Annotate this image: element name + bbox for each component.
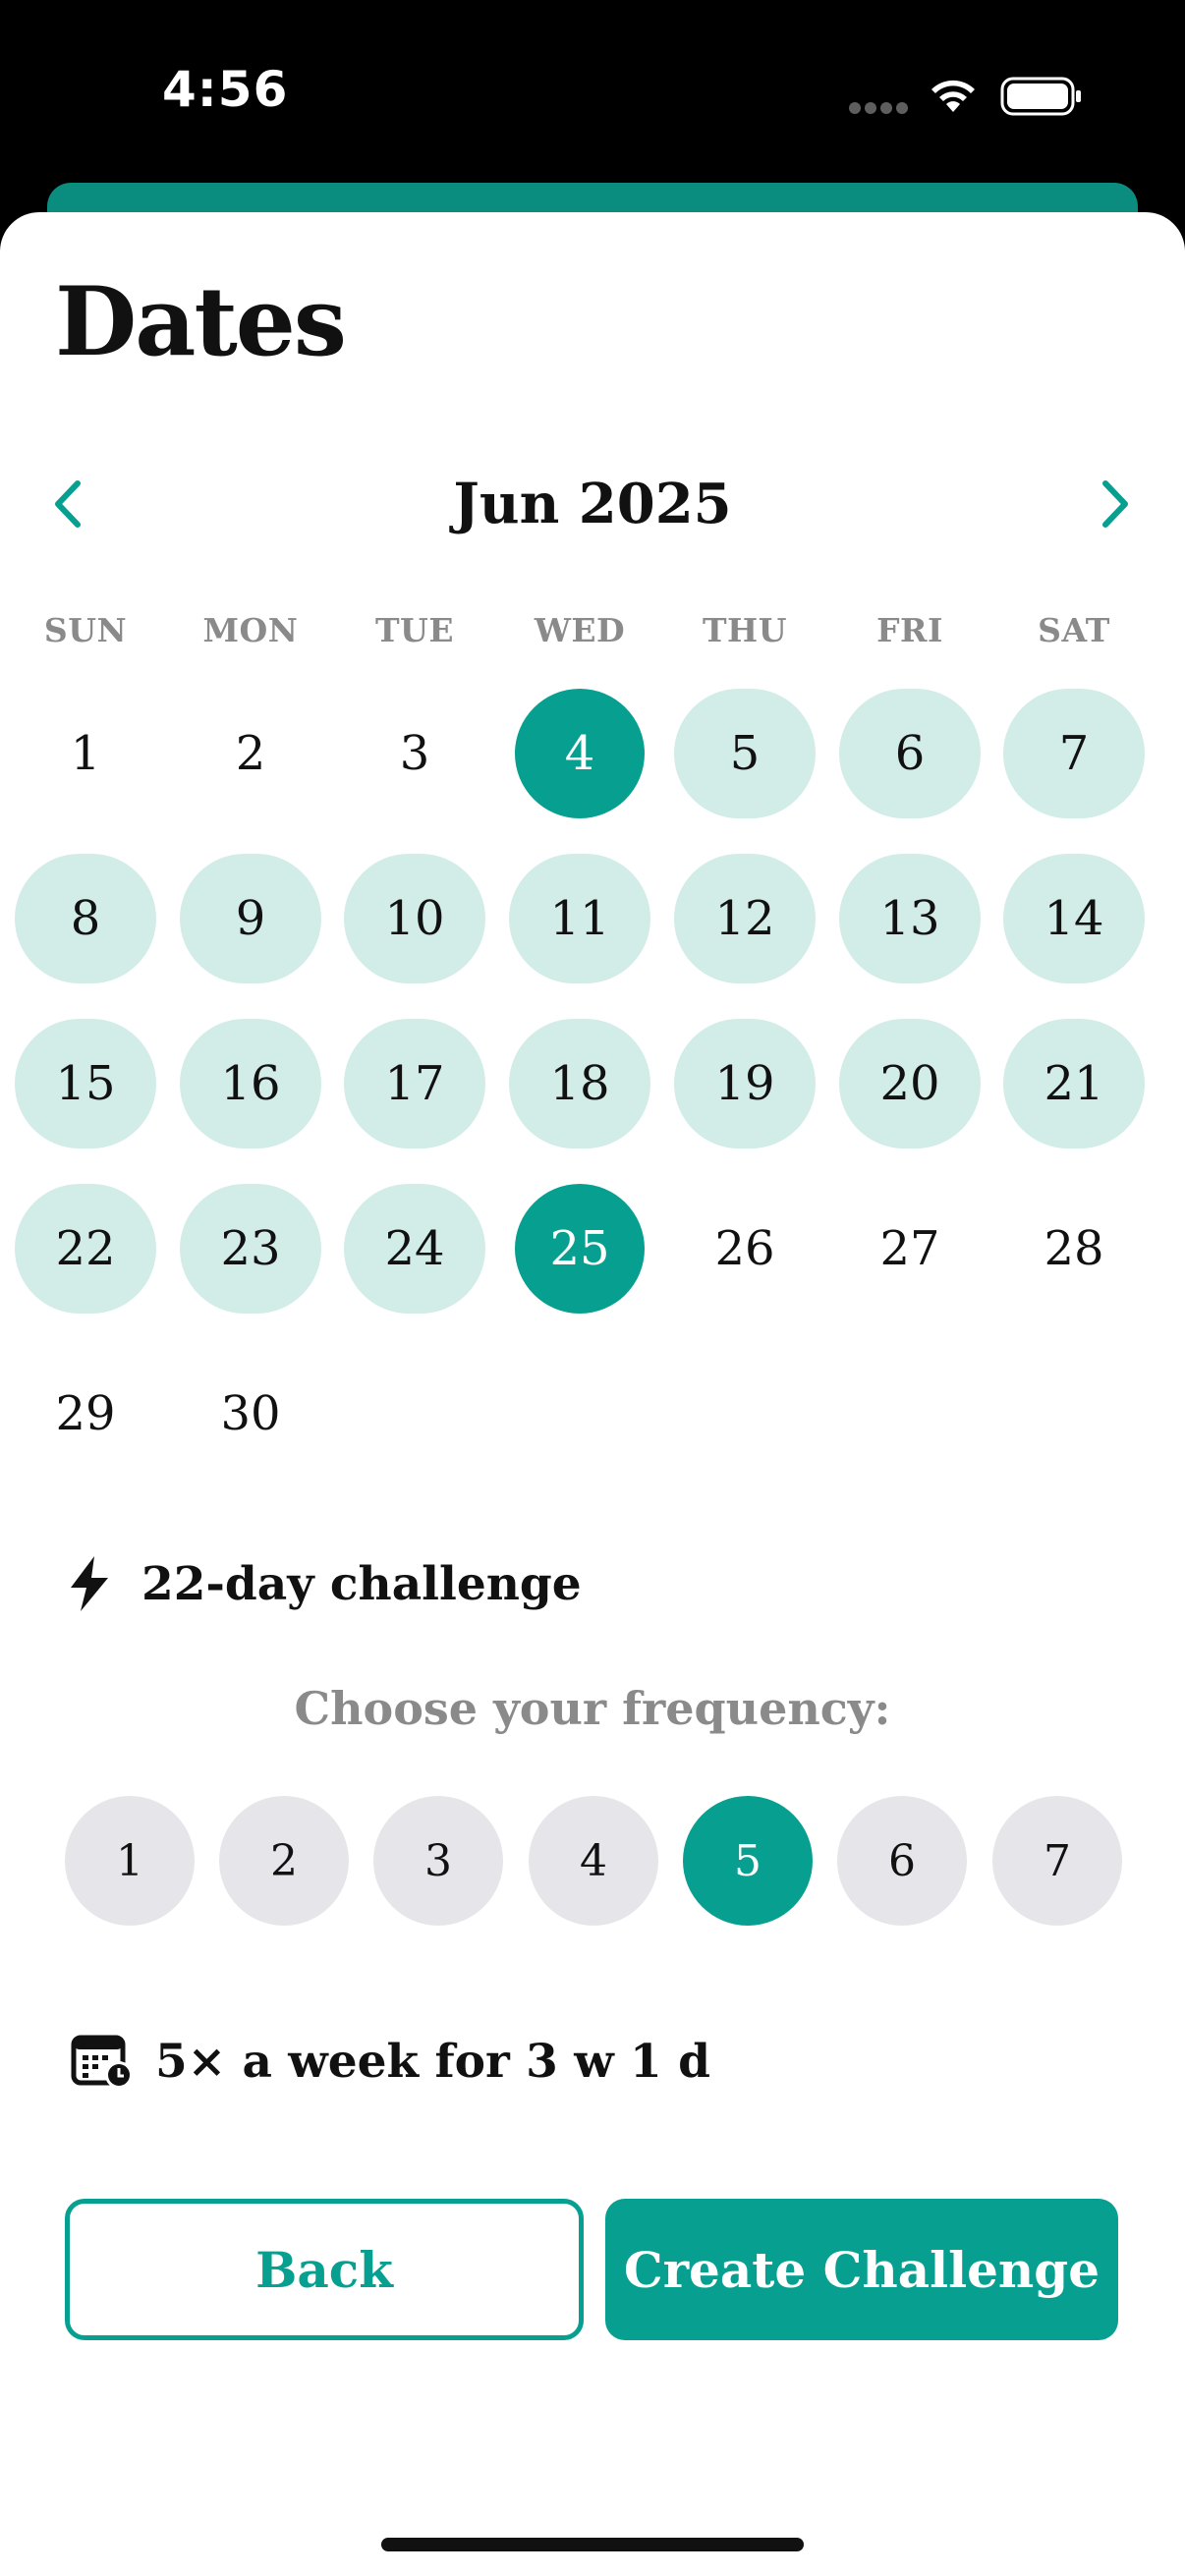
chevron-left-icon xyxy=(55,480,81,528)
weekday-label: TUE xyxy=(375,611,454,649)
day-label: 26 xyxy=(714,1221,775,1276)
chevron-right-icon xyxy=(1102,480,1128,528)
frequency-option[interactable]: 7 xyxy=(992,1796,1122,1926)
weekday-label: SAT xyxy=(1038,611,1110,649)
day-label: 17 xyxy=(344,1019,485,1148)
calendar-day-in-range[interactable]: 11 xyxy=(508,853,651,984)
day-label: 4 xyxy=(515,689,645,818)
day-label: 16 xyxy=(180,1019,321,1148)
calendar-day-range-end[interactable]: 25 xyxy=(508,1183,651,1315)
day-label: 24 xyxy=(344,1184,485,1314)
frequency-option-selected[interactable]: 5 xyxy=(683,1796,813,1926)
page-title: Dates xyxy=(55,266,347,377)
frequency-option[interactable]: 3 xyxy=(373,1796,503,1926)
day-label: 3 xyxy=(399,726,430,781)
day-label: 8 xyxy=(15,854,156,983)
cellular-dots-icon xyxy=(849,102,908,114)
calendar-day-in-range[interactable]: 17 xyxy=(343,1018,486,1149)
frequency-label: Choose your frequency: xyxy=(294,1682,891,1735)
day-label: 27 xyxy=(879,1221,940,1276)
calendar-day-in-range[interactable]: 21 xyxy=(1002,1018,1146,1149)
calendar-day[interactable]: 28 xyxy=(1002,1183,1146,1315)
calendar-day-in-range[interactable]: 16 xyxy=(179,1018,322,1149)
weekday-label: WED xyxy=(534,611,626,649)
weekday-label: THU xyxy=(702,611,787,649)
frequency-option[interactable]: 1 xyxy=(65,1796,195,1926)
day-label: 28 xyxy=(1044,1221,1104,1276)
calendar-day-in-range[interactable]: 20 xyxy=(838,1018,982,1149)
create-challenge-button[interactable]: Create Challenge xyxy=(605,2199,1118,2340)
day-label: 20 xyxy=(839,1019,981,1148)
calendar-day-in-range[interactable]: 18 xyxy=(508,1018,651,1149)
status-time: 4:56 xyxy=(162,61,289,118)
calendar-day-in-range[interactable]: 8 xyxy=(14,853,157,984)
calendar-day[interactable]: 30 xyxy=(179,1348,322,1480)
calendar-clock-icon xyxy=(71,2035,133,2089)
day-label: 2 xyxy=(235,726,266,781)
day-label: 18 xyxy=(509,1019,650,1148)
wifi-icon xyxy=(931,80,975,112)
battery-icon xyxy=(1000,77,1081,116)
weekday-label: SUN xyxy=(43,611,128,649)
day-label: 5 xyxy=(674,689,816,818)
day-label: 9 xyxy=(180,854,321,983)
day-label: 7 xyxy=(1003,689,1145,818)
weekday-label: FRI xyxy=(876,611,943,649)
calendar-day[interactable]: 2 xyxy=(179,688,322,819)
day-label: 6 xyxy=(839,689,981,818)
calendar-day[interactable]: 29 xyxy=(14,1348,157,1480)
month-label: Jun 2025 xyxy=(453,472,732,536)
lightning-bolt-icon xyxy=(71,1556,108,1611)
frequency-option[interactable]: 2 xyxy=(219,1796,349,1926)
calendar-day-in-range[interactable]: 23 xyxy=(179,1183,322,1315)
day-label: 23 xyxy=(180,1184,321,1314)
calendar-day-in-range[interactable]: 6 xyxy=(838,688,982,819)
calendar-day[interactable]: 3 xyxy=(343,688,486,819)
weekday-header: SUN MON TUE WED THU FRI SAT xyxy=(14,611,1173,656)
schedule-summary-text: 5× a week for 3 w 1 d xyxy=(155,2034,710,2089)
day-label: 10 xyxy=(344,854,485,983)
day-label: 15 xyxy=(15,1019,156,1148)
calendar-grid: 1 2 3 4 5 6 7 8 9 10 11 12 13 14 15 16 1… xyxy=(14,688,1173,1513)
calendar-day[interactable]: 1 xyxy=(14,688,157,819)
next-month-button[interactable] xyxy=(1087,470,1146,538)
calendar-day[interactable]: 26 xyxy=(673,1183,817,1315)
day-label: 14 xyxy=(1003,854,1145,983)
day-label: 22 xyxy=(15,1184,156,1314)
calendar-day-in-range[interactable]: 5 xyxy=(673,688,817,819)
calendar-day-in-range[interactable]: 13 xyxy=(838,853,982,984)
calendar-day-in-range[interactable]: 24 xyxy=(343,1183,486,1315)
calendar-day-in-range[interactable]: 7 xyxy=(1002,688,1146,819)
day-label: 21 xyxy=(1003,1019,1145,1148)
challenge-length: 22-day challenge xyxy=(65,1544,582,1623)
calendar-day-range-start[interactable]: 4 xyxy=(508,688,651,819)
day-label: 1 xyxy=(70,726,101,781)
day-label: 12 xyxy=(674,854,816,983)
day-label: 13 xyxy=(839,854,981,983)
calendar-day-in-range[interactable]: 9 xyxy=(179,853,322,984)
calendar-day-in-range[interactable]: 14 xyxy=(1002,853,1146,984)
frequency-option[interactable]: 6 xyxy=(837,1796,967,1926)
calendar-day-in-range[interactable]: 22 xyxy=(14,1183,157,1315)
calendar-day-in-range[interactable]: 10 xyxy=(343,853,486,984)
back-button[interactable]: Back xyxy=(65,2199,584,2340)
calendar-day-in-range[interactable]: 19 xyxy=(673,1018,817,1149)
frequency-option[interactable]: 4 xyxy=(529,1796,658,1926)
weekday-label: MON xyxy=(202,611,299,649)
day-label: 29 xyxy=(55,1386,116,1441)
calendar-day-in-range[interactable]: 12 xyxy=(673,853,817,984)
previous-month-button[interactable] xyxy=(37,470,96,538)
day-label: 30 xyxy=(220,1386,281,1441)
challenge-length-text: 22-day challenge xyxy=(141,1556,582,1611)
status-bar: 4:56 xyxy=(0,0,1185,187)
schedule-summary: 5× a week for 3 w 1 d xyxy=(71,2022,710,2100)
day-label: 19 xyxy=(674,1019,816,1148)
day-label: 11 xyxy=(509,854,650,983)
calendar-day-in-range[interactable]: 15 xyxy=(14,1018,157,1149)
day-label: 25 xyxy=(515,1184,645,1314)
calendar-day[interactable]: 27 xyxy=(838,1183,982,1315)
frequency-selector: 1 2 3 4 5 6 7 xyxy=(65,1796,1122,1926)
home-indicator[interactable] xyxy=(381,2538,804,2551)
